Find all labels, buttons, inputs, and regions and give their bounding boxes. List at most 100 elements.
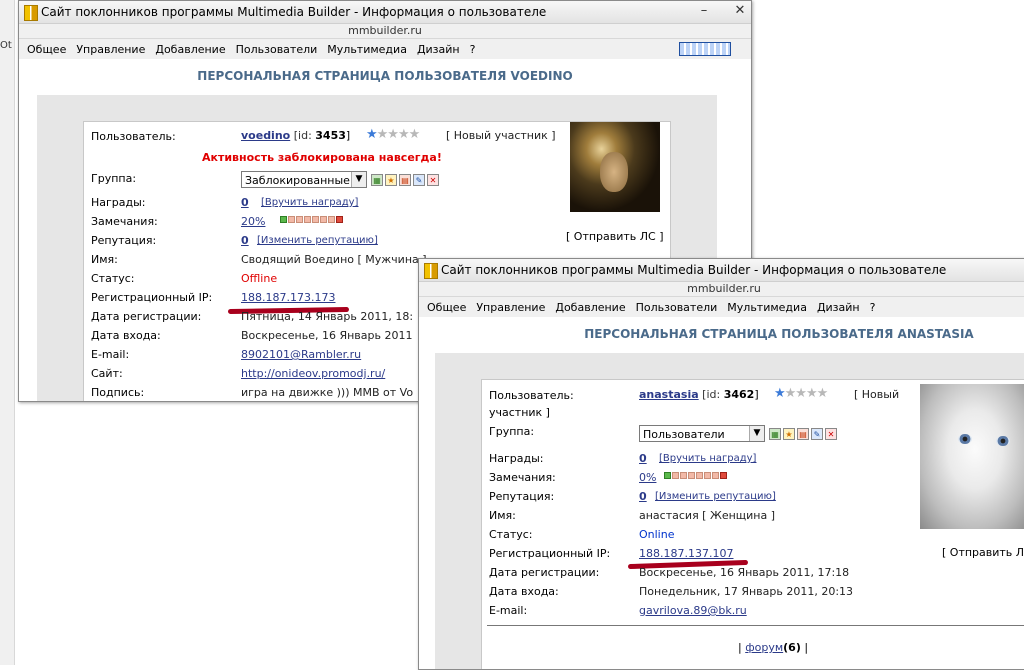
url-label: mmbuilder.ru <box>419 282 1024 296</box>
group-select-value: Заблокированные <box>245 174 350 187</box>
edit-icon[interactable]: ✎ <box>811 428 823 440</box>
status-label: Статус: <box>91 272 135 285</box>
menu-general[interactable]: Общее <box>27 43 66 56</box>
reputation-value[interactable]: 0 <box>639 490 647 503</box>
app-icon <box>24 5 38 21</box>
give-award-link[interactable]: [Вручить награду] <box>261 197 358 208</box>
menu-multimedia[interactable]: Мультимедиа <box>327 43 407 56</box>
site-link[interactable]: http://onideov.promodj.ru/ <box>241 367 385 380</box>
document-icon[interactable]: ▤ <box>797 428 809 440</box>
id-suffix: ] <box>754 388 759 401</box>
change-reputation-link[interactable]: [Изменить репутацию] <box>257 235 378 246</box>
menu-bar: Общее Управление Добавление Пользователи… <box>19 38 751 60</box>
page-title: ПЕРСОНАЛЬНАЯ СТРАНИЦА ПОЛЬЗОВАТЕЛЯ ANAST… <box>584 327 974 341</box>
window-title: Сайт поклонников программы Multimedia Bu… <box>41 5 547 19</box>
menu-design[interactable]: Дизайн <box>817 301 860 314</box>
give-award-link[interactable]: [Вручить награду] <box>659 453 756 464</box>
reputation-value[interactable]: 0 <box>241 234 249 247</box>
star-icon[interactable]: ★ <box>783 428 795 440</box>
menu-add[interactable]: Добавление <box>555 301 625 314</box>
edit-icon[interactable]: ✎ <box>413 174 425 186</box>
username-link[interactable]: anastasia <box>639 388 699 401</box>
user-rank: [ Новый участник ] <box>446 129 556 142</box>
regdate-value: Воскресенье, 16 Январь 2011, 17:18 <box>639 566 850 579</box>
email-label: E-mail: <box>91 348 130 361</box>
email-link[interactable]: 8902101@Rambler.ru <box>241 348 361 361</box>
forum-count[interactable]: (6) <box>783 641 801 654</box>
warnings-label: Замечания: <box>91 215 158 228</box>
layout-toggle-icon[interactable] <box>679 42 731 56</box>
stats-icon[interactable]: ▦ <box>371 174 383 186</box>
ip-label: Регистрационный IP: <box>91 291 213 304</box>
reputation-label: Репутация: <box>91 234 157 247</box>
profile-panel: Пользователь: участник ] anastasia [id: … <box>481 379 1024 669</box>
site-label: Сайт: <box>91 367 123 380</box>
menu-help[interactable]: ? <box>470 43 476 56</box>
user-label: Пользователь: <box>489 389 574 402</box>
regdate-label: Дата регистрации: <box>91 310 202 323</box>
document-icon[interactable]: ▤ <box>399 174 411 186</box>
ip-value[interactable]: 188.187.137.107 <box>639 547 733 560</box>
regdate-label: Дата регистрации: <box>489 566 600 579</box>
forum-link[interactable]: форум <box>745 641 783 654</box>
title-bar[interactable]: Сайт поклонников программы Multimedia Bu… <box>19 1 751 24</box>
signature-label: Подпись: <box>91 386 145 399</box>
forum-suffix: | <box>804 641 809 654</box>
blocked-notice: Активность заблокирована навсегда! <box>202 151 442 164</box>
awards-label: Награды: <box>91 196 146 209</box>
awards-count[interactable]: 0 <box>639 452 647 465</box>
signature-value: игра на движке ))) MMB от Vo <box>241 386 414 399</box>
name-label: Имя: <box>489 509 516 522</box>
star-icon[interactable]: ★ <box>385 174 397 186</box>
warnings-bar[interactable] <box>280 216 343 223</box>
forum-prefix: | <box>738 641 742 654</box>
warnings-value[interactable]: 0% <box>639 471 656 484</box>
warnings-bar[interactable] <box>664 472 727 479</box>
email-link[interactable]: gavrilova.89@bk.ru <box>639 604 747 617</box>
status-value: Online <box>639 528 675 541</box>
menu-bar: Общее Управление Добавление Пользователи… <box>419 296 1024 318</box>
login-value: Понедельник, 17 Январь 2011, 20:13 <box>639 585 854 598</box>
group-select[interactable]: Заблокированные ▼ <box>241 171 367 188</box>
warnings-value[interactable]: 20% <box>241 215 265 228</box>
title-bar[interactable]: Сайт поклонников программы Multimedia Bu… <box>419 259 1024 282</box>
group-label: Группа: <box>91 172 137 185</box>
menu-help[interactable]: ? <box>870 301 876 314</box>
page-content: ПЕРСОНАЛЬНАЯ СТРАНИЦА ПОЛЬЗОВАТЕЛЯ ANAST… <box>419 317 1024 669</box>
awards-count[interactable]: 0 <box>241 196 249 209</box>
id-prefix: [id: <box>293 129 312 142</box>
regdate-value: Пятница, 14 Январь 2011, 18: <box>241 310 414 323</box>
menu-design[interactable]: Дизайн <box>417 43 460 56</box>
rating-stars-icon[interactable]: ★★★★★ <box>366 127 420 142</box>
chevron-down-icon: ▼ <box>749 426 764 441</box>
page-title: ПЕРСОНАЛЬНАЯ СТРАНИЦА ПОЛЬЗОВАТЕЛЯ VOEDI… <box>197 69 573 83</box>
username-link[interactable]: voedino <box>241 129 290 142</box>
menu-manage[interactable]: Управление <box>476 301 545 314</box>
user-avatar <box>920 384 1024 529</box>
change-reputation-link[interactable]: [Изменить репутацию] <box>655 491 776 502</box>
menu-general[interactable]: Общее <box>427 301 466 314</box>
ip-value[interactable]: 188.187.173.173 <box>241 291 335 304</box>
menu-add[interactable]: Добавление <box>155 43 225 56</box>
stats-icon[interactable]: ▦ <box>769 428 781 440</box>
divider <box>487 625 1024 626</box>
user-label: Пользователь: <box>91 130 176 143</box>
login-label: Дата входа: <box>489 585 559 598</box>
profile-window-anastasia: Сайт поклонников программы Multimedia Bu… <box>418 258 1024 670</box>
name-value: анастасия [ Женщина ] <box>639 509 776 522</box>
group-select[interactable]: Пользователи ▼ <box>639 425 765 442</box>
menu-users[interactable]: Пользователи <box>636 301 718 314</box>
send-pm-link[interactable]: [ Отправить ЛС ] <box>566 230 664 243</box>
rating-stars-icon[interactable]: ★★★★★ <box>774 386 828 401</box>
minimize-icon[interactable]: – <box>697 4 711 18</box>
delete-icon[interactable]: ✕ <box>825 428 837 440</box>
menu-manage[interactable]: Управление <box>76 43 145 56</box>
user-id: 3462 <box>723 388 755 401</box>
menu-multimedia[interactable]: Мультимедиа <box>727 301 807 314</box>
group-label: Группа: <box>489 425 535 438</box>
menu-users[interactable]: Пользователи <box>236 43 318 56</box>
close-icon[interactable]: ✕ <box>733 4 747 18</box>
status-label: Статус: <box>489 528 533 541</box>
send-pm-link[interactable]: [ Отправить Л <box>942 546 1024 559</box>
delete-icon[interactable]: ✕ <box>427 174 439 186</box>
